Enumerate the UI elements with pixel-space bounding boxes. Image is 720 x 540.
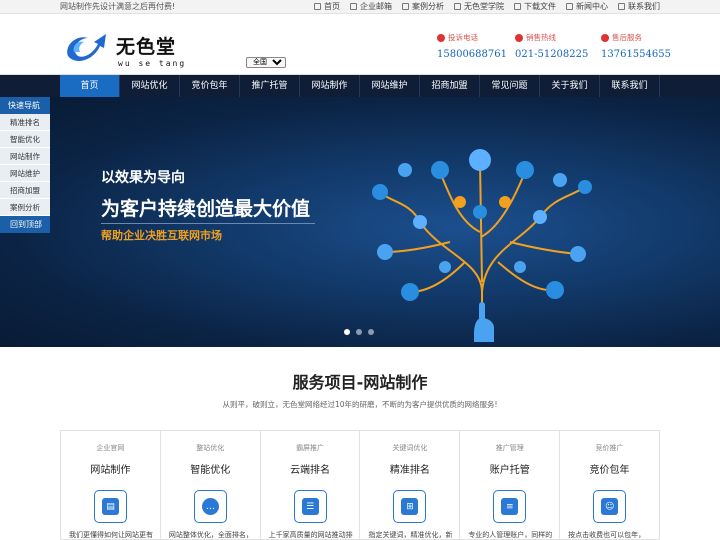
contact-aftersales: 售后服务 13761554655 <box>601 32 696 60</box>
carousel-dot[interactable] <box>344 329 350 335</box>
quick-nav-item[interactable]: 智能优化 <box>0 131 50 148</box>
service-cards: 企业官网 网站制作 ▤ 我们更懂得如何让网站更有 整站优化 智能优化 … 网站整… <box>60 430 660 540</box>
card-title: 竞价包年 <box>589 465 630 476</box>
card-subtitle: 企业官网 <box>96 444 125 452</box>
carousel-dot[interactable] <box>356 329 362 335</box>
server-icon: ☰ <box>293 490 327 523</box>
quick-nav-item[interactable]: 招商加盟 <box>0 182 50 199</box>
card-text: 我们更懂得如何让网站更有 <box>69 531 153 539</box>
logo-mark-icon <box>67 34 106 61</box>
region-select[interactable]: 全国 <box>246 57 286 68</box>
contact-number: 13761554655 <box>601 49 671 60</box>
card-title: 网站制作 <box>90 465 131 476</box>
card-subtitle: 推广管理 <box>495 444 524 452</box>
service-card[interactable]: 整站优化 智能优化 … 网站整体优化，全面排名， <box>161 431 261 539</box>
services-title: 服务项目-网站制作 <box>292 373 428 392</box>
banner-title: 为客户持续创造最大价值 <box>101 198 311 220</box>
card-title: 账户托管 <box>489 465 530 476</box>
top-link-mail[interactable]: 企业邮箱 <box>350 0 392 13</box>
quick-nav-item[interactable]: 精准排名 <box>0 114 50 131</box>
contact-icon <box>618 3 625 10</box>
nav-item-promotion[interactable]: 推广托管 <box>240 75 300 97</box>
services-description: 从则平，破则立，无色堂网络经过10年的研磨，不断的为客户提供优质的网络服务! <box>222 400 498 409</box>
quick-nav-item[interactable]: 网站制作 <box>0 148 50 165</box>
nav-item-webmaking[interactable]: 网站制作 <box>300 75 360 97</box>
service-card[interactable]: 关键词优化 精准排名 ⊞ 指定关键词，精准优化，新 <box>360 431 461 539</box>
quick-nav: 快速导航 精准排名 智能优化 网站制作 网站维护 招商加盟 案例分析 回到顶部 <box>0 97 50 233</box>
nav-item-home[interactable]: 首页 <box>60 75 120 97</box>
card-subtitle: 整站优化 <box>196 444 225 452</box>
logo-text-en: wu se tang <box>118 59 187 68</box>
quick-nav-title: 快速导航 <box>0 97 50 114</box>
hero-banner[interactable]: 以效果为导向 为客户持续创造最大价值 帮助企业决胜互联网市场 <box>0 97 720 347</box>
top-bar: 网站制作先设计满意之后再付费! 首页 企业邮箱 案例分析 无色堂学院 下载文件 … <box>0 0 720 14</box>
top-link-news[interactable]: 新闻中心 <box>566 0 608 13</box>
contact-number: 021-51208225 <box>515 49 589 60</box>
nav-item-bidding[interactable]: 竞价包年 <box>180 75 240 97</box>
download-icon <box>514 3 521 10</box>
logo-text-cn: 无色堂 <box>116 36 177 58</box>
contact-sales: 销售热线 021-51208225 <box>515 32 610 60</box>
carousel-dot[interactable] <box>368 329 374 335</box>
card-text: 网站整体优化，全面排名， <box>168 531 253 539</box>
service-card[interactable]: 霸屏推广 云端排名 ☰ 上千家高质量的网站推动排 <box>261 431 361 539</box>
nav-item-optimization[interactable]: 网站优化 <box>120 75 180 97</box>
banner-subtitle: 帮助企业决胜互联网市场 <box>101 229 222 242</box>
home-icon <box>314 3 321 10</box>
card-text: 上千家高质量的网站推动排 <box>268 531 353 539</box>
nav-item-faq[interactable]: 常见问题 <box>480 75 540 97</box>
news-icon <box>566 3 573 10</box>
logo[interactable]: 无色堂 wu se tang <box>62 26 192 68</box>
top-link-home[interactable]: 首页 <box>314 0 340 13</box>
card-subtitle: 关键词优化 <box>392 444 428 452</box>
card-subtitle: 霸屏推广 <box>296 444 325 452</box>
back-to-top-button[interactable]: 回到顶部 <box>0 216 50 233</box>
card-text: 指定关键词，精准优化，新 <box>368 531 453 539</box>
users-icon: ☺ <box>593 490 627 523</box>
mail-icon <box>350 3 357 10</box>
crown-icon <box>437 33 445 42</box>
banner-divider <box>101 223 315 224</box>
nav-item-maintenance[interactable]: 网站维护 <box>360 75 420 97</box>
quick-nav-item[interactable]: 网站维护 <box>0 165 50 182</box>
phone-icon <box>515 33 523 42</box>
document-icon: ≡ <box>493 490 527 523</box>
card-subtitle: 竞价推广 <box>595 444 624 452</box>
nav-item-about[interactable]: 关于我们 <box>540 75 600 97</box>
chat-icon: … <box>193 490 227 523</box>
services-section: 服务项目-网站制作 从则平，破则立，无色堂网络经过10年的研磨，不断的为客户提供… <box>0 347 720 540</box>
service-icon <box>601 33 609 42</box>
card-title: 精准排名 <box>389 465 430 476</box>
tech-tree-illustration <box>372 149 592 342</box>
service-card[interactable]: 企业官网 网站制作 ▤ 我们更懂得如何让网站更有 <box>61 431 161 539</box>
sitemap-icon: ⊞ <box>393 490 427 523</box>
carousel-dots <box>344 329 374 335</box>
top-link-cases[interactable]: 案例分析 <box>402 0 444 13</box>
card-title: 智能优化 <box>190 465 231 476</box>
service-card[interactable]: 竞价推广 竞价包年 ☺ 按点击收费也可以包年， <box>560 431 659 539</box>
top-link-contact[interactable]: 联系我们 <box>618 0 660 13</box>
website-icon: ▤ <box>94 490 127 523</box>
card-title: 云端排名 <box>290 465 331 476</box>
header: 无色堂 wu se tang 全国 投诉电话 15800688761 销售热线 … <box>0 14 720 75</box>
card-text: 按点击收费也可以包年， <box>568 531 646 539</box>
nav-item-franchise[interactable]: 招商加盟 <box>420 75 480 97</box>
banner-headline: 以效果为导向 <box>101 170 185 186</box>
top-links: 首页 企业邮箱 案例分析 无色堂学院 下载文件 新闻中心 联系我们 <box>314 0 660 13</box>
top-link-academy[interactable]: 无色堂学院 <box>454 0 504 13</box>
academy-icon <box>454 3 461 10</box>
service-card[interactable]: 推广管理 账户托管 ≡ 专业的人管理账户，同样的 <box>460 431 561 539</box>
top-slogan: 网站制作先设计满意之后再付费! <box>60 2 176 11</box>
quick-nav-item[interactable]: 案例分析 <box>0 199 50 216</box>
top-link-download[interactable]: 下载文件 <box>514 0 556 13</box>
card-text: 专业的人管理账户，同样的 <box>468 531 553 539</box>
case-icon <box>402 3 409 10</box>
nav-item-contact[interactable]: 联系我们 <box>600 75 660 97</box>
main-nav: 首页 网站优化 竞价包年 推广托管 网站制作 网站维护 招商加盟 常见问题 关于… <box>0 75 720 97</box>
